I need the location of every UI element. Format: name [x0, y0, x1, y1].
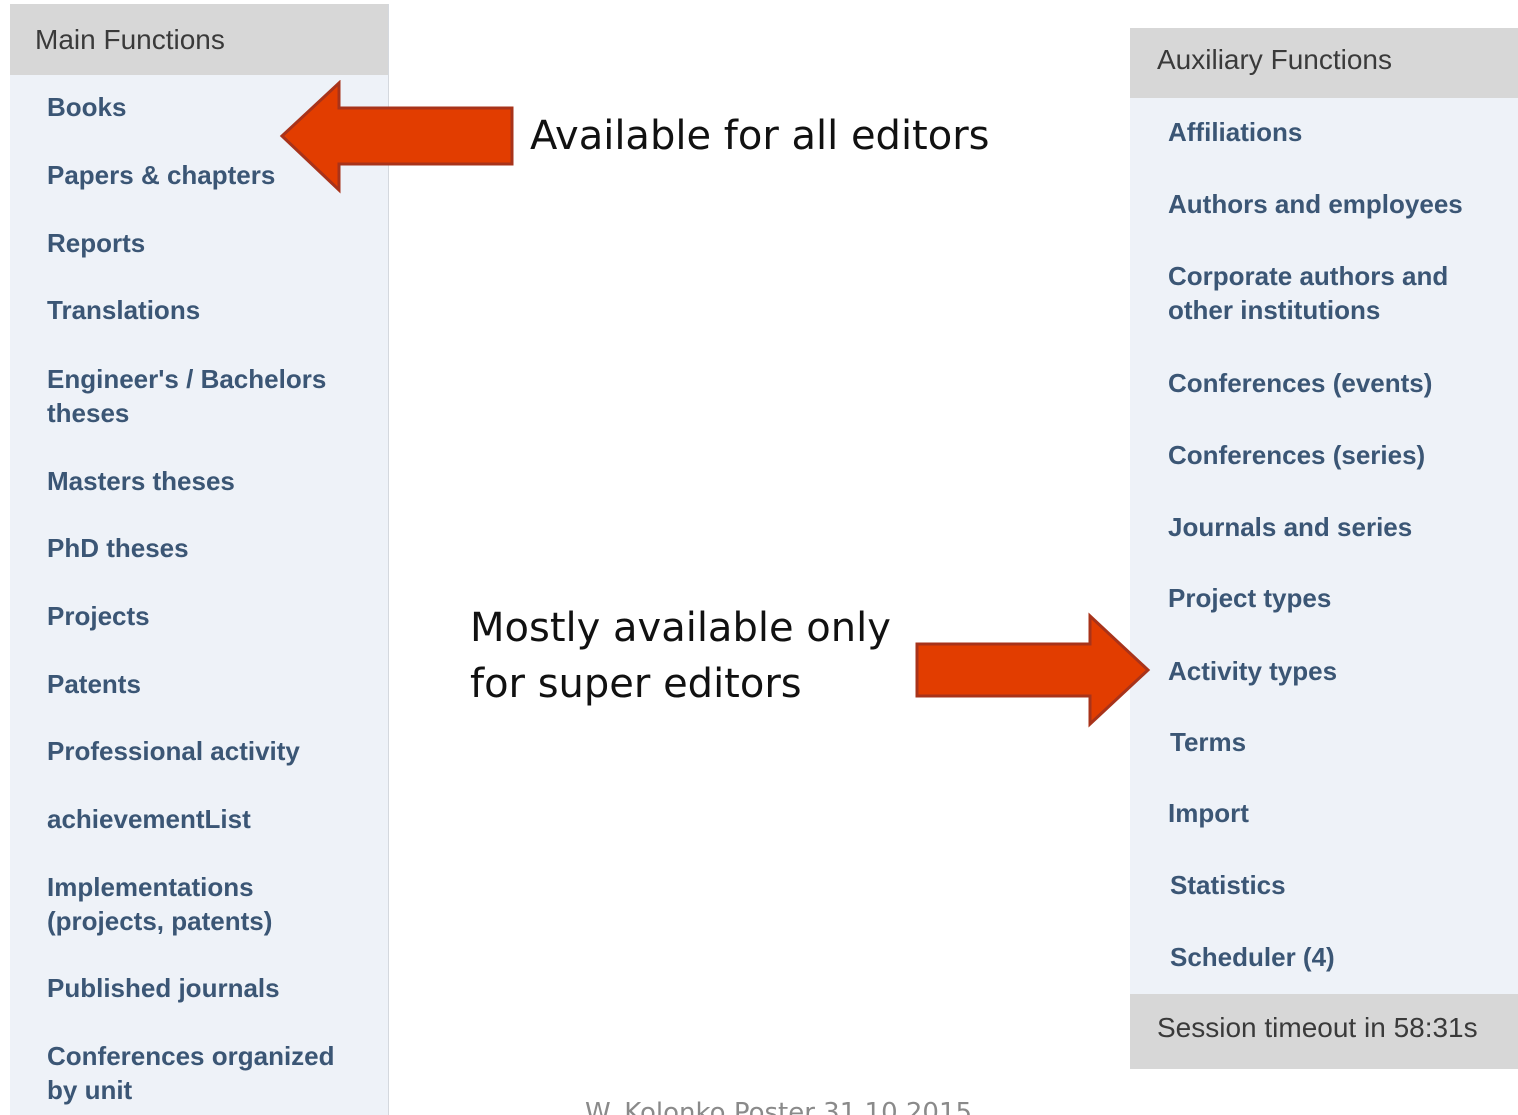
menu-item-label-line2: other institutions [1168, 295, 1381, 325]
menu-item-engineers-bachelors-theses[interactable]: Engineer's / Bachelors theses [47, 362, 326, 430]
menu-item-reports[interactable]: Reports [47, 226, 145, 260]
menu-item-label: Reports [47, 228, 146, 258]
menu-item-achievement-list[interactable]: achievementList [47, 802, 251, 836]
menu-item-label: Authors and employees [1168, 189, 1463, 219]
arrow-right-icon [915, 612, 1151, 728]
menu-item-project-types[interactable]: Project types [1168, 581, 1331, 615]
menu-item-journals-series[interactable]: Journals and series [1168, 510, 1412, 544]
arrow-left-icon [279, 80, 514, 194]
menu-item-label: Translations [47, 295, 201, 325]
annotation-all-editors: Available for all editors [530, 113, 990, 159]
menu-item-label: Implementations [47, 872, 254, 902]
menu-item-masters-theses[interactable]: Masters theses [47, 464, 235, 498]
auxiliary-functions-panel: Auxiliary Functions Affiliations Authors… [1130, 28, 1518, 1069]
slide-footer: W. Kolonko Poster 31.10.2015 [585, 1098, 973, 1115]
menu-item-translations[interactable]: Translations [47, 293, 200, 327]
menu-item-professional-activity[interactable]: Professional activity [47, 734, 300, 768]
menu-item-label-line2: (projects, patents) [47, 906, 273, 936]
menu-item-label: Terms [1170, 727, 1247, 757]
menu-item-label: Projects [47, 601, 150, 631]
menu-item-label: Masters theses [47, 466, 235, 496]
menu-item-published-journals[interactable]: Published journals [47, 971, 280, 1005]
menu-item-label: Scheduler (4) [1170, 942, 1335, 972]
menu-item-label: Project types [1168, 583, 1332, 613]
annotation-super-editors-line2: for super editors [470, 661, 802, 707]
menu-item-conferences-series[interactable]: Conferences (series) [1168, 438, 1425, 472]
menu-item-label: Statistics [1170, 870, 1286, 900]
menu-item-scheduler[interactable]: Scheduler (4) [1170, 940, 1335, 974]
menu-item-label: PhD theses [47, 533, 189, 563]
menu-item-conferences-organized[interactable]: Conferences organized by unit [47, 1039, 335, 1107]
menu-item-papers-chapters[interactable]: Papers & chapters [47, 158, 275, 192]
menu-item-label: Conferences organized [47, 1041, 335, 1071]
menu-item-import[interactable]: Import [1168, 796, 1249, 830]
menu-item-activity-types[interactable]: Activity types [1168, 654, 1337, 688]
menu-item-label: Activity types [1168, 656, 1338, 686]
menu-item-projects[interactable]: Projects [47, 599, 150, 633]
menu-item-implementations[interactable]: Implementations (projects, patents) [47, 870, 272, 938]
menu-item-label: Patents [47, 669, 141, 699]
menu-item-label: Papers & chapters [47, 160, 276, 190]
menu-item-label: Corporate authors and [1168, 261, 1449, 291]
menu-item-label-line2: theses [47, 398, 130, 428]
menu-item-label: Professional activity [47, 736, 300, 766]
menu-item-phd-theses[interactable]: PhD theses [47, 531, 189, 565]
menu-item-label-line2: by unit [47, 1075, 133, 1105]
menu-item-conferences-events[interactable]: Conferences (events) [1168, 366, 1432, 400]
session-timeout: Session timeout in 58:31s [1130, 994, 1518, 1069]
annotation-super-editors: Mostly available only for super editors [470, 600, 891, 712]
menu-item-patents[interactable]: Patents [47, 667, 141, 701]
menu-item-terms[interactable]: Terms [1170, 725, 1246, 759]
menu-item-label: Affiliations [1168, 117, 1303, 147]
menu-item-label: Published journals [47, 973, 280, 1003]
auxiliary-functions-header: Auxiliary Functions [1130, 28, 1518, 98]
menu-item-books[interactable]: Books [47, 90, 126, 124]
menu-item-label: Conferences (series) [1168, 440, 1426, 470]
menu-item-label: Engineer's / Bachelors [47, 364, 327, 394]
menu-item-label: Import [1168, 798, 1249, 828]
menu-item-label: achievementList [47, 804, 251, 834]
main-functions-header: Main Functions [10, 4, 388, 75]
menu-item-affiliations[interactable]: Affiliations [1168, 115, 1302, 149]
menu-item-statistics[interactable]: Statistics [1170, 868, 1286, 902]
menu-item-label: Conferences (events) [1168, 368, 1433, 398]
menu-item-authors-employees[interactable]: Authors and employees [1168, 187, 1463, 221]
menu-item-corporate-authors[interactable]: Corporate authors and other institutions [1168, 259, 1448, 327]
annotation-super-editors-line1: Mostly available only [470, 605, 891, 651]
menu-item-label: Books [47, 92, 127, 122]
menu-item-label: Journals and series [1168, 512, 1413, 542]
